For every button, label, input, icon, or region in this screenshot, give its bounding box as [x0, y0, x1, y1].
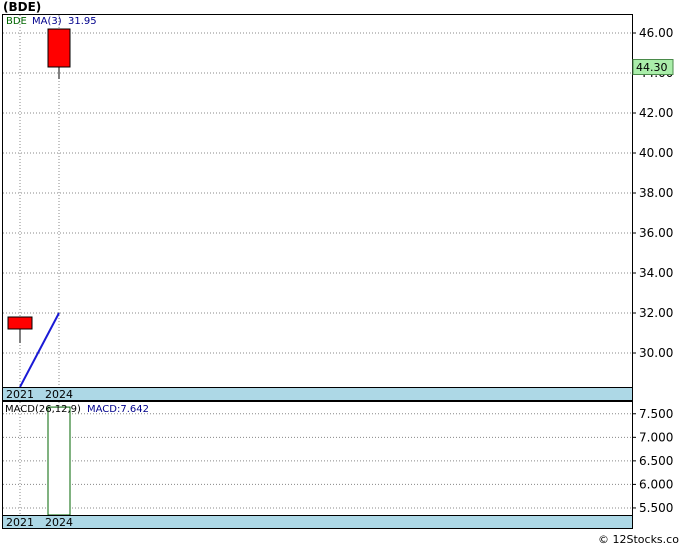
price-y-tick-label: 36.00 — [639, 226, 673, 240]
chart-title: (BDE) — [3, 0, 41, 14]
legend-ma-label: MA(3) — [32, 16, 62, 27]
price-x-label: 2021 — [6, 388, 34, 401]
price-y-tick-label: 40.00 — [639, 146, 673, 160]
macd-x-label: 2024 — [45, 516, 73, 529]
price-grid — [3, 32, 632, 354]
credit-text: © 12Stocks.com — [598, 533, 680, 546]
macd-y-axis: 5.500 6.000 6.500 7.000 7.500 — [632, 407, 673, 515]
price-y-tick-label: 46.00 — [639, 26, 673, 40]
macd-y-tick-label: 6.000 — [639, 477, 673, 491]
macd-x-label: 2021 — [6, 516, 34, 529]
chart-container: (BDE) 30.00 32.00 34.00 36.00 38.00 40.00 42.0… — [0, 0, 680, 546]
macd-bar — [47, 406, 71, 516]
candle-body — [7, 316, 33, 330]
price-y-tick-label: 30.00 — [639, 346, 673, 360]
price-y-tick-label: 42.00 — [639, 106, 673, 120]
candle-body — [47, 28, 71, 68]
stock-chart: (BDE) 30.00 32.00 34.00 36.00 38.00 40.00 42.0… — [2, 0, 680, 546]
macd-y-tick-label: 7.000 — [639, 430, 673, 444]
legend-symbol: BDE — [6, 16, 27, 27]
macd-y-tick-label: 6.500 — [639, 454, 673, 468]
price-marks — [7, 28, 71, 388]
macd-x-axis-band — [2, 515, 633, 529]
price-panel-frame — [2, 14, 633, 388]
legend-ma-value: 31.95 — [68, 16, 97, 27]
macd-panel-frame — [2, 401, 633, 516]
last-price-tag-text: 44.30 — [636, 61, 668, 74]
macd-legend-label: MACD(26,12,9) — [5, 404, 81, 415]
price-x-label: 2024 — [45, 388, 73, 401]
macd-y-tick-label: 5.500 — [639, 501, 673, 515]
price-y-tick-label: 38.00 — [639, 186, 673, 200]
macd-y-tick-label: 7.500 — [639, 407, 673, 421]
macd-marks — [47, 406, 71, 516]
price-y-tick-label: 32.00 — [639, 306, 673, 320]
price-vertical-grid — [19, 15, 60, 387]
macd-grid — [3, 413, 632, 509]
macd-legend-value: MACD:7.642 — [87, 404, 149, 415]
price-x-axis-band — [2, 387, 633, 401]
price-y-tick-label: 34.00 — [639, 266, 673, 280]
price-y-axis: 30.0032.0034.0036.0038.0040.0042.0044.00… — [632, 26, 673, 360]
last-price-tag: 44.30 — [632, 59, 674, 75]
